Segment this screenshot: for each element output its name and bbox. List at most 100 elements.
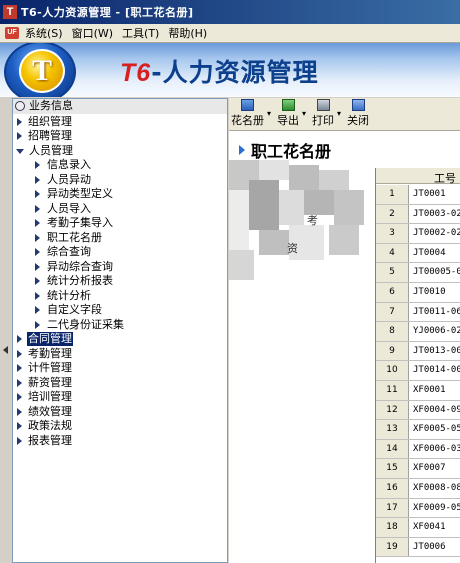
- collapsed-arrow-icon: [35, 320, 40, 329]
- menu-system[interactable]: 系统(S): [23, 25, 70, 41]
- employee-id-cell[interactable]: XF0041: [413, 518, 446, 537]
- tree-item[interactable]: 考勤子集导入: [33, 216, 114, 231]
- employee-id-cell[interactable]: JT0003-02: [413, 205, 460, 224]
- table-row[interactable]: 10 JT0014-00: [376, 361, 460, 381]
- ufida-logo-icon[interactable]: UF: [5, 27, 19, 39]
- print-dropdown-icon[interactable]: ▾: [337, 109, 341, 118]
- tree-item[interactable]: 综合查询: [33, 245, 92, 260]
- table-row[interactable]: 12 XF0004-09: [376, 400, 460, 421]
- employee-id-cell[interactable]: JT0013-00: [413, 342, 460, 361]
- employee-id-cell[interactable]: XF0008-08: [413, 479, 460, 498]
- row-number: 11: [376, 381, 409, 400]
- tree-item[interactable]: 组织管理: [13, 115, 73, 130]
- export-button[interactable]: 导出: [277, 99, 299, 130]
- tree-item[interactable]: 二代身份证采集: [33, 318, 125, 333]
- tree-item-label: 异动类型定义: [47, 187, 113, 201]
- employee-id-cell[interactable]: YJ0006-02: [413, 322, 460, 341]
- export-dropdown-icon[interactable]: ▾: [302, 109, 306, 118]
- table-row[interactable]: 17 XF0009-05: [376, 498, 460, 519]
- tree-item[interactable]: 培训管理: [13, 390, 73, 405]
- collapsed-arrow-icon[interactable]: [17, 422, 22, 431]
- collapsed-arrow-icon[interactable]: [17, 378, 22, 387]
- collapsed-arrow-icon[interactable]: [17, 407, 22, 416]
- tree-item[interactable]: 统计分析: [33, 289, 92, 304]
- table-row[interactable]: 9 JT0013-00: [376, 341, 460, 362]
- employee-id-cell[interactable]: XF0007: [413, 459, 446, 478]
- tree-item[interactable]: 职工花名册: [33, 231, 103, 246]
- tree-item[interactable]: 计件管理: [13, 361, 73, 376]
- collapsed-arrow-icon[interactable]: [17, 117, 22, 126]
- table-row[interactable]: 1 JT0001: [376, 185, 460, 205]
- table-row[interactable]: 8 YJ0006-02: [376, 322, 460, 342]
- tree-item[interactable]: 报表管理: [13, 434, 73, 449]
- table-row[interactable]: 16 XF0008-08: [376, 479, 460, 499]
- tree-item[interactable]: 薪资管理: [13, 376, 73, 391]
- tree-item-label: 人员管理: [29, 143, 73, 157]
- table-row[interactable]: 7 JT0011-06: [376, 302, 460, 323]
- tree-item[interactable]: 自定义字段: [33, 303, 103, 318]
- table-row[interactable]: 14 XF0006-03: [376, 439, 460, 460]
- collapsed-arrow-icon[interactable]: [17, 132, 22, 141]
- tree-item[interactable]: 统计分析报表: [33, 274, 114, 289]
- employee-id-cell[interactable]: XF0009-05: [413, 499, 460, 518]
- tree-item[interactable]: 信息录入: [33, 158, 92, 173]
- table-row[interactable]: 19 JT0006: [376, 537, 460, 558]
- row-number: 16: [376, 479, 409, 498]
- menu-help[interactable]: 帮助(H): [166, 25, 214, 41]
- table-row[interactable]: 4 JT0004: [376, 243, 460, 264]
- column-header-employee-id[interactable]: 工号: [434, 170, 456, 186]
- expanded-arrow-icon[interactable]: [16, 149, 24, 155]
- employee-id-cell[interactable]: XF0005-05: [413, 420, 460, 439]
- tree-item[interactable]: 考勤管理: [13, 347, 73, 362]
- collapse-arrow-icon[interactable]: [3, 346, 8, 354]
- tree-item[interactable]: 绩效管理: [13, 405, 73, 420]
- employee-id-cell[interactable]: JT0014-00: [413, 361, 460, 380]
- employee-id-cell[interactable]: XF0004-09: [413, 401, 460, 420]
- collapsed-arrow-icon[interactable]: [17, 335, 22, 344]
- collapsed-arrow-icon: [35, 291, 40, 300]
- menu-tools[interactable]: 工具(T): [120, 25, 166, 41]
- close-button[interactable]: 关闭: [347, 99, 369, 130]
- menu-window[interactable]: 窗口(W): [70, 25, 120, 41]
- table-row[interactable]: 18 XF0041: [376, 518, 460, 538]
- row-number: 6: [376, 283, 409, 302]
- collapsed-arrow-icon[interactable]: [17, 436, 22, 445]
- employee-id-cell[interactable]: JT0001: [413, 185, 446, 204]
- tree-item-label: 业务信息: [29, 99, 73, 113]
- table-row[interactable]: 11 XF0001: [376, 381, 460, 401]
- roster-dropdown-icon[interactable]: ▾: [267, 109, 271, 118]
- employee-id-cell[interactable]: JT0002-02: [413, 224, 460, 243]
- employee-id-cell[interactable]: XF0006-03: [413, 440, 460, 459]
- table-row[interactable]: 15 XF0007: [376, 459, 460, 479]
- roster-button[interactable]: 花名册: [231, 99, 264, 130]
- tree-item[interactable]: 异动综合查询: [33, 260, 114, 275]
- employee-id-cell[interactable]: JT0004: [413, 244, 446, 263]
- row-number: 8: [376, 322, 409, 341]
- blurred-text-fragment: 考: [307, 214, 318, 227]
- tree-item[interactable]: 异动类型定义: [33, 187, 114, 202]
- tree-root-business-info[interactable]: 业务信息: [13, 99, 227, 114]
- tree-item[interactable]: 人员导入: [33, 202, 92, 217]
- employee-id-cell[interactable]: JT00005-0: [413, 263, 460, 282]
- panel-splitter[interactable]: [0, 98, 12, 563]
- collapsed-arrow-icon[interactable]: [17, 393, 22, 402]
- tree-item[interactable]: 人员异动: [33, 173, 92, 188]
- employee-id-cell[interactable]: JT0006: [413, 538, 446, 557]
- table-row[interactable]: 13 XF0005-05: [376, 420, 460, 440]
- tree-item[interactable]: 人员管理: [13, 144, 74, 159]
- row-number: 14: [376, 439, 409, 459]
- table-row[interactable]: 2 JT0003-02: [376, 204, 460, 225]
- collapsed-arrow-icon[interactable]: [17, 364, 22, 373]
- collapsed-arrow-icon[interactable]: [17, 349, 22, 358]
- table-row[interactable]: 3 JT0002-02: [376, 224, 460, 244]
- table-row[interactable]: 6 JT0010: [376, 283, 460, 303]
- tree-item[interactable]: 招聘管理: [13, 129, 73, 144]
- employee-id-cell[interactable]: JT0011-06: [413, 303, 460, 322]
- tree-item-label: 招聘管理: [28, 129, 72, 143]
- tree-item[interactable]: 政策法规: [13, 419, 73, 434]
- print-button[interactable]: 打印: [312, 99, 334, 130]
- tree-item[interactable]: 合同管理: [13, 332, 73, 347]
- employee-id-cell[interactable]: XF0001: [413, 381, 446, 400]
- table-row[interactable]: 5 JT00005-0: [376, 263, 460, 283]
- employee-id-cell[interactable]: JT0010: [413, 283, 446, 302]
